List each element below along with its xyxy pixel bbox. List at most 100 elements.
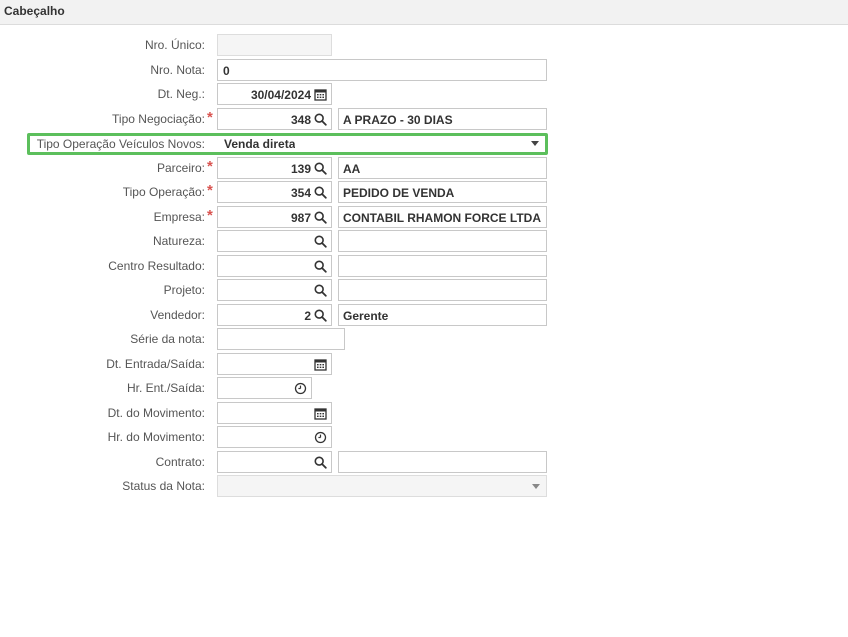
- tipo-operacao-code: 354: [290, 186, 311, 200]
- search-icon[interactable]: [314, 309, 327, 322]
- search-icon[interactable]: [314, 162, 327, 175]
- required-marker: *: [207, 158, 213, 175]
- vendedor-description: Gerente: [343, 309, 389, 323]
- parceiro-description-field[interactable]: AA: [338, 157, 547, 179]
- tipo-negociacao-description: A PRAZO - 30 DIAS: [343, 113, 453, 127]
- dt-movimento-field[interactable]: [217, 402, 332, 424]
- tipo-operacao-veiculos-value: Venda direta: [224, 137, 296, 151]
- chevron-down-icon[interactable]: [532, 484, 540, 489]
- label-hr-ent-saida: Hr. Ent./Saída:: [126, 381, 205, 395]
- tipo-negociacao-description-field[interactable]: A PRAZO - 30 DIAS: [338, 108, 547, 130]
- label-parceiro: Parceiro:: [156, 161, 205, 175]
- dt-entrada-saida-field[interactable]: [217, 353, 332, 375]
- projeto-description-field[interactable]: [338, 279, 547, 301]
- search-icon[interactable]: [314, 260, 327, 273]
- label-tipo-negociacao: Tipo Negociação:: [112, 112, 205, 126]
- row-centro-resultado: Centro Resultado:: [0, 255, 848, 277]
- clock-icon[interactable]: [314, 431, 327, 444]
- centro-resultado-code-field[interactable]: [217, 255, 332, 277]
- row-dt-entrada-saida: Dt. Entrada/Saída:: [0, 353, 848, 375]
- row-hr-movimento: Hr. do Movimento:: [0, 426, 848, 448]
- label-dt-entrada-saida: Dt. Entrada/Saída:: [106, 357, 205, 371]
- label-tipo-operacao-veiculos: Tipo Operação Veículos Novos:: [36, 137, 205, 151]
- tipo-negociacao-code-field[interactable]: 348: [217, 108, 332, 130]
- status-nota-select[interactable]: [217, 475, 547, 497]
- label-centro-resultado: Centro Resultado:: [108, 259, 205, 273]
- row-natureza: Natureza:: [0, 230, 848, 252]
- empresa-code-field[interactable]: 987: [217, 206, 332, 228]
- label-nro-nota: Nro. Nota:: [150, 63, 205, 77]
- row-dt-movimento: Dt. do Movimento:: [0, 402, 848, 424]
- row-tipo-operacao-veiculos: Tipo Operação Veículos Novos: Venda dire…: [0, 133, 848, 155]
- row-hr-ent-saida: Hr. Ent./Saída:: [0, 377, 848, 399]
- hr-ent-saida-field[interactable]: [217, 377, 312, 399]
- label-tipo-operacao: Tipo Operação:: [122, 185, 205, 199]
- required-marker: *: [207, 207, 213, 224]
- label-empresa: Empresa:: [153, 210, 205, 224]
- contrato-description-field[interactable]: [338, 451, 547, 473]
- label-nro-unico: Nro. Único:: [144, 38, 205, 52]
- search-icon[interactable]: [314, 456, 327, 469]
- vendedor-code: 2: [304, 309, 311, 323]
- label-projeto: Projeto:: [163, 283, 205, 297]
- row-empresa: Empresa: * 987 CONTABIL RHAMON FORCE LTD…: [0, 206, 848, 228]
- dt-neg-value: 30/04/2024: [250, 88, 311, 102]
- section-title: Cabeçalho: [4, 4, 65, 18]
- row-projeto: Projeto:: [0, 279, 848, 301]
- empresa-description-field[interactable]: CONTABIL RHAMON FORCE LTDA: [338, 206, 547, 228]
- label-hr-movimento: Hr. do Movimento:: [107, 430, 205, 444]
- row-contrato: Contrato:: [0, 451, 848, 473]
- projeto-code-field[interactable]: [217, 279, 332, 301]
- tipo-negociacao-code: 348: [290, 113, 311, 127]
- required-marker: *: [207, 182, 213, 199]
- row-nro-unico: Nro. Único:: [0, 34, 848, 56]
- row-dt-neg: Dt. Neg.: 30/04/2024: [0, 83, 848, 105]
- dt-neg-field[interactable]: 30/04/2024: [217, 83, 332, 105]
- required-marker: *: [207, 109, 213, 126]
- vendedor-code-field[interactable]: 2: [217, 304, 332, 326]
- tipo-operacao-code-field[interactable]: 354: [217, 181, 332, 203]
- parceiro-code-field[interactable]: 139: [217, 157, 332, 179]
- centro-resultado-description-field[interactable]: [338, 255, 547, 277]
- row-tipo-operacao: Tipo Operação: * 354 PEDIDO DE VENDA: [0, 181, 848, 203]
- row-status-nota: Status da Nota:: [0, 475, 848, 497]
- empresa-description: CONTABIL RHAMON FORCE LTDA: [343, 211, 541, 225]
- natureza-code-field[interactable]: [217, 230, 332, 252]
- label-dt-neg: Dt. Neg.:: [157, 87, 205, 101]
- clock-icon[interactable]: [294, 382, 307, 395]
- calendar-icon[interactable]: [314, 88, 327, 101]
- search-icon[interactable]: [314, 284, 327, 297]
- search-icon[interactable]: [314, 186, 327, 199]
- vendedor-description-field[interactable]: Gerente: [338, 304, 547, 326]
- nro-nota-field[interactable]: 0: [217, 59, 547, 81]
- hr-movimento-field[interactable]: [217, 426, 332, 448]
- row-tipo-negociacao: Tipo Negociação: * 348 A PRAZO - 30 DIAS: [0, 108, 848, 130]
- tipo-operacao-description-field[interactable]: PEDIDO DE VENDA: [338, 181, 547, 203]
- calendar-icon[interactable]: [314, 358, 327, 371]
- row-vendedor: Vendedor: 2 Gerente: [0, 304, 848, 326]
- empresa-code: 987: [290, 211, 311, 225]
- serie-nota-field[interactable]: [217, 328, 345, 350]
- label-contrato: Contrato:: [155, 455, 205, 469]
- tipo-operacao-veiculos-select[interactable]: Venda direta: [217, 133, 547, 155]
- natureza-description-field[interactable]: [338, 230, 547, 252]
- parceiro-description: AA: [343, 162, 361, 176]
- parceiro-code: 139: [290, 162, 311, 176]
- section-header: Cabeçalho: [0, 0, 848, 25]
- label-serie-nota: Série da nota:: [130, 332, 205, 346]
- label-status-nota: Status da Nota:: [122, 479, 205, 493]
- search-icon[interactable]: [314, 211, 327, 224]
- row-parceiro: Parceiro: * 139 AA: [0, 157, 848, 179]
- chevron-down-icon[interactable]: [531, 141, 539, 146]
- nro-nota-value: 0: [223, 64, 230, 78]
- search-icon[interactable]: [314, 113, 327, 126]
- label-vendedor: Vendedor:: [150, 308, 205, 322]
- label-dt-movimento: Dt. do Movimento:: [107, 406, 205, 420]
- nro-unico-field: [217, 34, 332, 56]
- row-serie-nota: Série da nota:: [0, 328, 848, 350]
- row-nro-nota: Nro. Nota: 0: [0, 59, 848, 81]
- contrato-code-field[interactable]: [217, 451, 332, 473]
- tipo-operacao-description: PEDIDO DE VENDA: [343, 186, 455, 200]
- search-icon[interactable]: [314, 235, 327, 248]
- calendar-icon[interactable]: [314, 407, 327, 420]
